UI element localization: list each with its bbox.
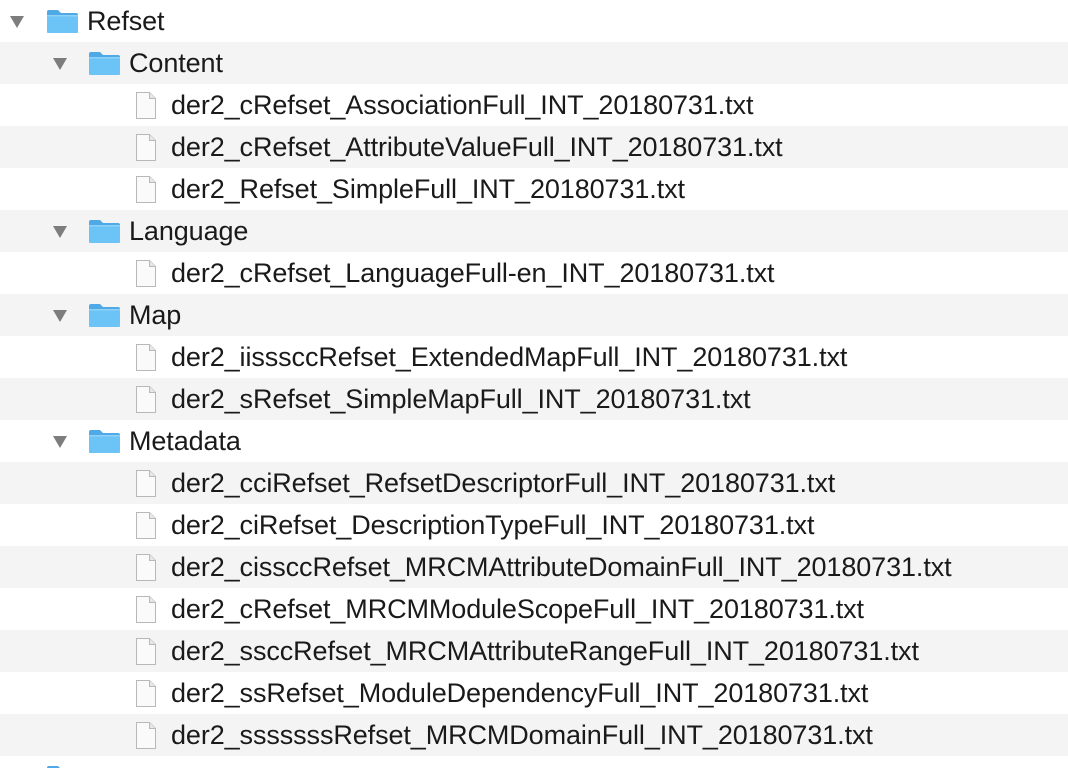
file-row[interactable]: der2_sssssssRefset_MRCMDomainFull_INT_20… [0, 714, 1068, 756]
folder-icon [46, 764, 79, 768]
disclosure-triangle-down-icon[interactable] [53, 226, 67, 238]
document-icon [135, 91, 157, 120]
file-row[interactable]: der2_iisssccRefset_ExtendedMapFull_INT_2… [0, 336, 1068, 378]
file-label: der2_cRefset_AttributeValueFull_INT_2018… [171, 132, 783, 162]
document-icon [135, 511, 157, 540]
file-row[interactable]: der2_cciRefset_RefsetDescriptorFull_INT_… [0, 462, 1068, 504]
file-label: der2_ssRefset_ModuleDependencyFull_INT_2… [171, 678, 869, 708]
document-icon [135, 679, 157, 708]
file-label: der2_cRefset_LanguageFull-en_INT_2018073… [171, 258, 775, 288]
disclosure-triangle-down-icon[interactable] [10, 16, 24, 28]
document-icon [135, 721, 157, 750]
file-row[interactable]: der2_Refset_SimpleFull_INT_20180731.txt [0, 168, 1068, 210]
folder-row-language[interactable]: Language [0, 210, 1068, 252]
document-icon [135, 637, 157, 666]
file-label: der2_sssssssRefset_MRCMDomainFull_INT_20… [171, 720, 873, 750]
file-label: der2_iisssccRefset_ExtendedMapFull_INT_2… [171, 342, 848, 372]
file-label: der2_ssccRefset_MRCMAttributeRangeFull_I… [171, 636, 919, 666]
file-row[interactable]: der2_cRefset_MRCMModuleScopeFull_INT_201… [0, 588, 1068, 630]
file-label: der2_cRefset_MRCMModuleScopeFull_INT_201… [171, 594, 864, 624]
folder-label: Language [129, 216, 249, 246]
document-icon [135, 553, 157, 582]
folder-label: Metadata [129, 426, 241, 456]
folder-row-root[interactable]: Refset [0, 0, 1068, 42]
file-label: der2_sRefset_SimpleMapFull_INT_20180731.… [171, 384, 751, 414]
document-icon [135, 133, 157, 162]
document-icon [135, 469, 157, 498]
file-label: der2_Refset_SimpleFull_INT_20180731.txt [171, 174, 685, 204]
folder-icon [46, 8, 79, 34]
file-label: der2_cciRefset_RefsetDescriptorFull_INT_… [171, 468, 836, 498]
file-tree: Refset Content der2_cRefset_AssociationFul… [0, 0, 1068, 768]
folder-icon [88, 50, 121, 76]
folder-label: Map [129, 300, 182, 330]
file-label: der2_ciRefset_DescriptionTypeFull_INT_20… [171, 510, 815, 540]
folder-icon [88, 218, 121, 244]
disclosure-triangle-down-icon[interactable] [53, 436, 67, 448]
file-row[interactable]: der2_cRefset_LanguageFull-en_INT_2018073… [0, 252, 1068, 294]
document-icon [135, 259, 157, 288]
folder-icon [88, 428, 121, 454]
file-row[interactable]: der2_cissccRefset_MRCMAttributeDomainFul… [0, 546, 1068, 588]
file-row[interactable]: der2_ciRefset_DescriptionTypeFull_INT_20… [0, 504, 1068, 546]
folder-row-map[interactable]: Map [0, 294, 1068, 336]
document-icon [135, 385, 157, 414]
folder-icon [88, 302, 121, 328]
disclosure-triangle-down-icon[interactable] [53, 58, 67, 70]
document-icon [135, 595, 157, 624]
folder-label: Content [129, 48, 223, 78]
file-row[interactable]: der2_cRefset_AttributeValueFull_INT_2018… [0, 126, 1068, 168]
file-row[interactable]: der2_sRefset_SimpleMapFull_INT_20180731.… [0, 378, 1068, 420]
folder-row-metadata[interactable]: Metadata [0, 420, 1068, 462]
disclosure-triangle-down-icon[interactable] [53, 310, 67, 322]
folder-row-content[interactable]: Content [0, 42, 1068, 84]
document-icon [135, 343, 157, 372]
file-label: der2_cRefset_AssociationFull_INT_2018073… [171, 90, 754, 120]
folder-row-partial[interactable] [0, 756, 1068, 768]
file-row[interactable]: der2_ssRefset_ModuleDependencyFull_INT_2… [0, 672, 1068, 714]
file-label: der2_cissccRefset_MRCMAttributeDomainFul… [171, 552, 952, 582]
file-row[interactable]: der2_ssccRefset_MRCMAttributeRangeFull_I… [0, 630, 1068, 672]
folder-label: Refset [87, 6, 165, 36]
document-icon [135, 175, 157, 204]
file-row[interactable]: der2_cRefset_AssociationFull_INT_2018073… [0, 84, 1068, 126]
